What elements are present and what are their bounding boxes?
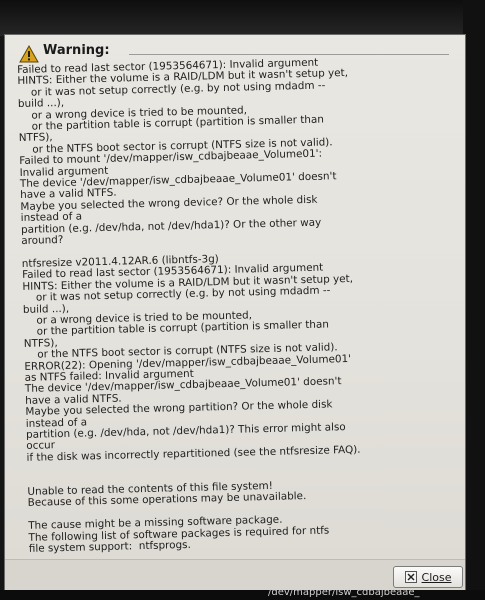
- close-icon: [404, 571, 417, 583]
- taskbar: /dev/mapper/isw_cdbajbeaae_: [0, 590, 485, 600]
- monitor-frame-right: [463, 0, 485, 600]
- warning-dialog: Warning: Failed to read last sector (195…: [4, 34, 466, 592]
- dialog-footer: Close: [5, 559, 465, 591]
- dialog-title: Warning:: [43, 43, 110, 58]
- close-button[interactable]: Close: [393, 566, 463, 588]
- close-button-label: Close: [421, 570, 452, 584]
- warning-icon: [19, 45, 39, 63]
- warning-message: Failed to read last sector (1953564671):…: [16, 56, 361, 555]
- taskbar-text: /dev/mapper/isw_cdbajbeaae_: [268, 590, 420, 598]
- monitor-frame-top: [0, 0, 485, 36]
